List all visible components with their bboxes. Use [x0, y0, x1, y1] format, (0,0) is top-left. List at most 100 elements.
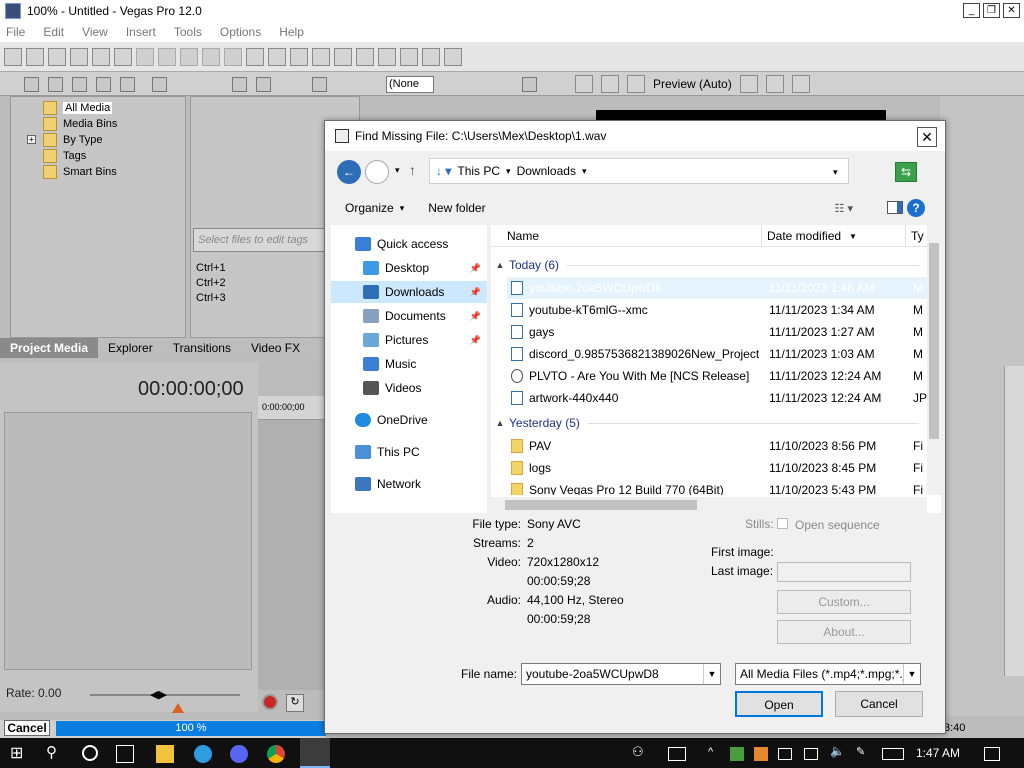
- pin-icon[interactable]: 📌: [470, 263, 481, 274]
- people-icon[interactable]: ⚇: [632, 744, 650, 762]
- cancel-render-button[interactable]: Cancel: [4, 720, 50, 736]
- file-row[interactable]: PAV 11/10/2023 8:56 PM Fi: [507, 435, 927, 457]
- envelope-tool-icon[interactable]: [268, 47, 286, 66]
- tree-by-type[interactable]: By Type: [43, 132, 103, 148]
- tab-transitions[interactable]: Transitions: [163, 341, 241, 355]
- breadcrumb-downloads[interactable]: Downloads: [517, 164, 576, 178]
- collapse-icon[interactable]: ▲: [491, 260, 509, 270]
- open-button[interactable]: Open: [735, 691, 823, 717]
- menu-insert[interactable]: Insert: [126, 25, 156, 39]
- nav-desktop[interactable]: Desktop 📌: [331, 257, 487, 279]
- maximize-icon[interactable]: ❐: [983, 3, 1000, 18]
- overlays-icon[interactable]: [739, 75, 758, 93]
- normal-edit-tool-icon[interactable]: [246, 47, 264, 66]
- cortana-icon[interactable]: [82, 745, 98, 761]
- chevron-down-icon[interactable]: ▼: [703, 664, 720, 684]
- close-icon[interactable]: ✕: [1003, 3, 1020, 18]
- column-name[interactable]: Name: [507, 229, 539, 243]
- address-history-icon[interactable]: ▾: [833, 167, 838, 178]
- save-icon[interactable]: [48, 47, 66, 66]
- render-icon[interactable]: [92, 47, 110, 66]
- copy-snapshot-icon[interactable]: [765, 75, 784, 93]
- file-row[interactable]: artwork-440x440 11/11/2023 12:24 AM JP: [507, 387, 927, 409]
- nav-network[interactable]: Network: [331, 473, 487, 495]
- tree-smart-bins[interactable]: Smart Bins: [43, 164, 117, 180]
- timeline-track-area[interactable]: [258, 420, 328, 690]
- custom-button[interactable]: Custom...: [777, 590, 911, 614]
- import-media-icon[interactable]: [24, 77, 39, 92]
- external-monitor-icon[interactable]: [601, 75, 619, 93]
- redo-icon[interactable]: [224, 47, 242, 66]
- chrome-icon[interactable]: [267, 745, 285, 763]
- paste-icon[interactable]: [180, 47, 198, 66]
- search-media-icon[interactable]: [120, 77, 135, 92]
- vertical-scrollbar[interactable]: [1004, 366, 1024, 676]
- column-date-modified[interactable]: Date modified: [767, 229, 841, 243]
- file-row[interactable]: logs 11/10/2023 8:45 PM Fi: [507, 457, 927, 479]
- tray-search-icon[interactable]: [754, 747, 768, 761]
- file-explorer-icon[interactable]: [156, 745, 174, 763]
- notifications-icon[interactable]: [984, 747, 1000, 761]
- pin-icon[interactable]: 📌: [470, 311, 481, 322]
- record-icon[interactable]: [262, 694, 278, 710]
- breadcrumb-this-pc[interactable]: This PC: [457, 164, 500, 178]
- expand-icon[interactable]: +: [27, 135, 36, 144]
- chevron-up-icon[interactable]: ^: [708, 746, 726, 764]
- preview-pane-icon[interactable]: [887, 201, 903, 214]
- play-icon[interactable]: [232, 77, 247, 92]
- timeline-ruler[interactable]: 0:00:00;00: [258, 396, 328, 420]
- preview-quality[interactable]: Preview (Auto): [653, 77, 732, 91]
- recent-locations-icon[interactable]: ▾: [395, 165, 400, 176]
- chevron-down-icon[interactable]: ▾: [400, 203, 405, 214]
- horizontal-scrollbar[interactable]: [491, 497, 927, 513]
- remove-media-icon[interactable]: [152, 77, 167, 92]
- chevron-down-icon[interactable]: ▾: [506, 166, 511, 177]
- nav-onedrive[interactable]: OneDrive: [331, 409, 487, 431]
- address-bar[interactable]: ↓ ▾ This PC ▾ Downloads ▾: [429, 158, 849, 184]
- lock-envelopes-icon[interactable]: [378, 47, 396, 66]
- preview-properties-icon[interactable]: [575, 75, 593, 93]
- last-image-field[interactable]: [777, 562, 911, 582]
- vegas-app-icon[interactable]: [5, 3, 21, 19]
- copy-icon[interactable]: [158, 47, 176, 66]
- file-row[interactable]: discord_0.9857536821389026New_Project...…: [507, 343, 927, 365]
- selection-tool-icon[interactable]: [290, 47, 308, 66]
- playhead-marker-icon[interactable]: [172, 703, 184, 713]
- tree-media-bins[interactable]: Media Bins: [43, 116, 117, 132]
- save-as-icon[interactable]: [70, 47, 88, 66]
- preview-fx-select[interactable]: (None: [386, 76, 434, 93]
- menu-file[interactable]: File: [6, 25, 25, 39]
- capture-icon[interactable]: [48, 77, 63, 92]
- cut-icon[interactable]: [136, 47, 154, 66]
- organize-button[interactable]: Organize: [345, 201, 394, 215]
- nav-this-pc[interactable]: This PC: [331, 441, 487, 463]
- tag-input[interactable]: Select files to edit tags: [193, 228, 325, 252]
- forward-arrow-icon[interactable]: [365, 160, 389, 184]
- nav-pictures[interactable]: Pictures 📌: [331, 329, 487, 351]
- split-screen-icon[interactable]: [627, 75, 645, 93]
- menu-options[interactable]: Options: [220, 25, 261, 39]
- whats-this-help-icon[interactable]: [444, 47, 462, 66]
- cancel-button[interactable]: Cancel: [835, 691, 923, 717]
- tab-video-fx[interactable]: Video FX: [241, 341, 310, 355]
- menu-view[interactable]: View: [82, 25, 108, 39]
- file-row[interactable]: PLVTO - Are You With Me [NCS Release] 11/…: [507, 365, 927, 387]
- menu-tools[interactable]: Tools: [174, 25, 202, 39]
- properties-icon[interactable]: [114, 47, 132, 66]
- rate-thumb-icon[interactable]: ◀▶: [150, 688, 167, 701]
- pin-icon[interactable]: 📌: [470, 287, 481, 298]
- views-icon[interactable]: [312, 77, 327, 92]
- vertical-scrollbar[interactable]: [927, 225, 941, 495]
- file-row[interactable]: youtube-2oa5WCUpwD8 11/11/2023 1:46 AM M: [507, 277, 927, 299]
- collapse-icon[interactable]: ▲: [491, 418, 509, 428]
- refresh-icon[interactable]: ⇆: [895, 162, 917, 182]
- nav-videos[interactable]: Videos: [331, 377, 487, 399]
- undo-icon[interactable]: [202, 47, 220, 66]
- nav-downloads[interactable]: Downloads 📌: [331, 281, 487, 303]
- file-row[interactable]: youtube-kT6mlG--xmc 11/11/2023 1:34 AM M: [507, 299, 927, 321]
- tray-cloud-icon[interactable]: [778, 748, 792, 760]
- zoom-tool-icon[interactable]: [312, 47, 330, 66]
- group-header-today[interactable]: ▲ Today (6): [491, 255, 927, 275]
- menu-help[interactable]: Help: [279, 25, 304, 39]
- scroll-thumb[interactable]: [505, 500, 697, 510]
